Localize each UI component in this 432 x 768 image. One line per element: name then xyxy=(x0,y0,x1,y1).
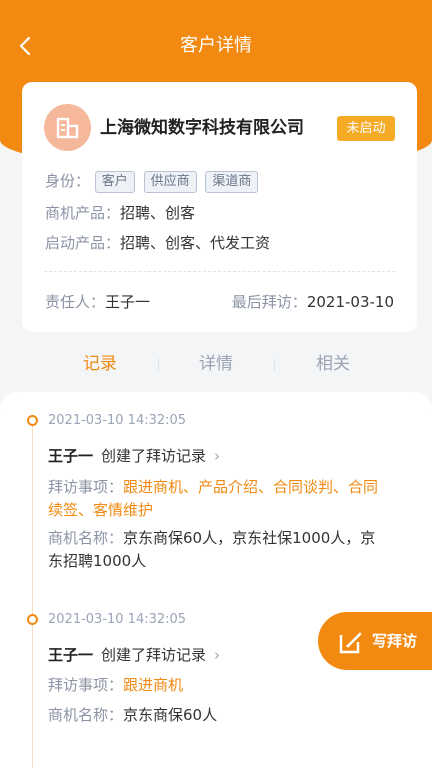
launch-products: 招聘、创客、代发工资 xyxy=(120,234,271,252)
record-action: 创建了拜访记录 xyxy=(101,447,207,465)
tab-separator xyxy=(158,358,159,371)
record-time: 2021-03-10 14:32:05 xyxy=(48,612,187,627)
tab-related[interactable]: 相关 xyxy=(278,351,388,377)
timeline-dot xyxy=(27,415,38,426)
record-header[interactable]: 王子一 创建了拜访记录 › xyxy=(48,644,220,666)
tab-details[interactable]: 详情 xyxy=(161,351,271,377)
record-item-value: 跟进商机、产品介绍、合同谈判、合同 xyxy=(123,478,379,496)
owner-row: 责任人：王子一 xyxy=(45,291,150,313)
status-badge: 未启动 xyxy=(337,116,395,141)
divider xyxy=(44,271,395,272)
record-person: 王子一 xyxy=(48,646,94,664)
company-logo xyxy=(44,104,91,151)
owner-label: 责任人： xyxy=(45,293,106,311)
opportunity-label: 商机产品： xyxy=(45,204,121,222)
record-item-label: 拜访事项： xyxy=(48,676,124,694)
record-opp-label: 商机名称： xyxy=(48,529,124,547)
record-opp-value: 京东商保60人，京东社保1000人，京 xyxy=(123,529,376,547)
record-items: 拜访事项：跟进商机 xyxy=(48,674,408,697)
nav-bar: 客户详情 xyxy=(0,0,432,92)
record-item-value: 跟进商机 xyxy=(123,676,184,694)
launch-row: 启动产品：招聘、创客、代发工资 xyxy=(45,232,270,254)
tab-bar: 记录 详情 相关 xyxy=(0,345,432,385)
owner-value: 王子一 xyxy=(105,293,151,311)
last-visit-value: 2021-03-10 xyxy=(306,293,394,311)
tab-separator xyxy=(274,358,275,371)
chevron-right-icon: › xyxy=(214,447,221,465)
tab-records[interactable]: 记录 xyxy=(45,351,155,377)
launch-label: 启动产品： xyxy=(45,234,121,252)
identity-tag: 客户 xyxy=(94,170,135,193)
record-item-value: 续签、客情维护 xyxy=(48,501,154,519)
record-item-label: 拜访事项： xyxy=(48,478,124,496)
record-time: 2021-03-10 14:32:05 xyxy=(48,413,187,428)
chevron-right-icon: › xyxy=(214,646,221,664)
record-opp-value: 京东商保60人 xyxy=(123,706,218,724)
edit-icon xyxy=(339,632,362,654)
building-icon xyxy=(56,117,78,138)
identity-label: 身份： xyxy=(45,172,91,190)
last-visit-row: 最后拜访：2021-03-10 xyxy=(232,291,394,313)
record-opp-label: 商机名称： xyxy=(48,706,124,724)
identity-row: 身份： 客户 供应商 渠道商 xyxy=(45,170,262,193)
record-header[interactable]: 王子一 创建了拜访记录 › xyxy=(48,445,220,467)
write-visit-label: 写拜访 xyxy=(372,632,418,650)
record-action: 创建了拜访记录 xyxy=(101,646,207,664)
records-list: 2021-03-10 14:32:05 王子一 创建了拜访记录 › 拜访事项：跟进商… xyxy=(0,392,432,768)
company-name: 上海微知数字科技有限公司 xyxy=(100,118,304,138)
customer-card: 上海微知数字科技有限公司 未启动 身份： 客户 供应商 渠道商 商机产品：招聘、… xyxy=(22,82,417,332)
record-opp-value: 东招聘1000人 xyxy=(48,552,147,570)
record-opportunity: 商机名称：京东商保60人，京东社保1000人，京 东招聘1000人 xyxy=(48,527,408,573)
record-items: 拜访事项：跟进商机、产品介绍、合同谈判、合同 续签、客情维护 xyxy=(48,476,408,522)
page-title: 客户详情 xyxy=(180,35,252,56)
identity-tag: 渠道商 xyxy=(205,170,259,193)
timeline-dot xyxy=(27,614,38,625)
write-visit-button[interactable]: 写拜访 xyxy=(318,612,432,670)
timeline-line xyxy=(32,420,33,768)
record-opportunity: 商机名称：京东商保60人 xyxy=(48,704,408,727)
identity-tag: 供应商 xyxy=(143,170,197,193)
record-person: 王子一 xyxy=(48,447,94,465)
last-visit-label: 最后拜访： xyxy=(231,293,307,311)
opportunity-row: 商机产品：招聘、创客 xyxy=(45,202,195,224)
opportunity-products: 招聘、创客 xyxy=(120,204,196,222)
